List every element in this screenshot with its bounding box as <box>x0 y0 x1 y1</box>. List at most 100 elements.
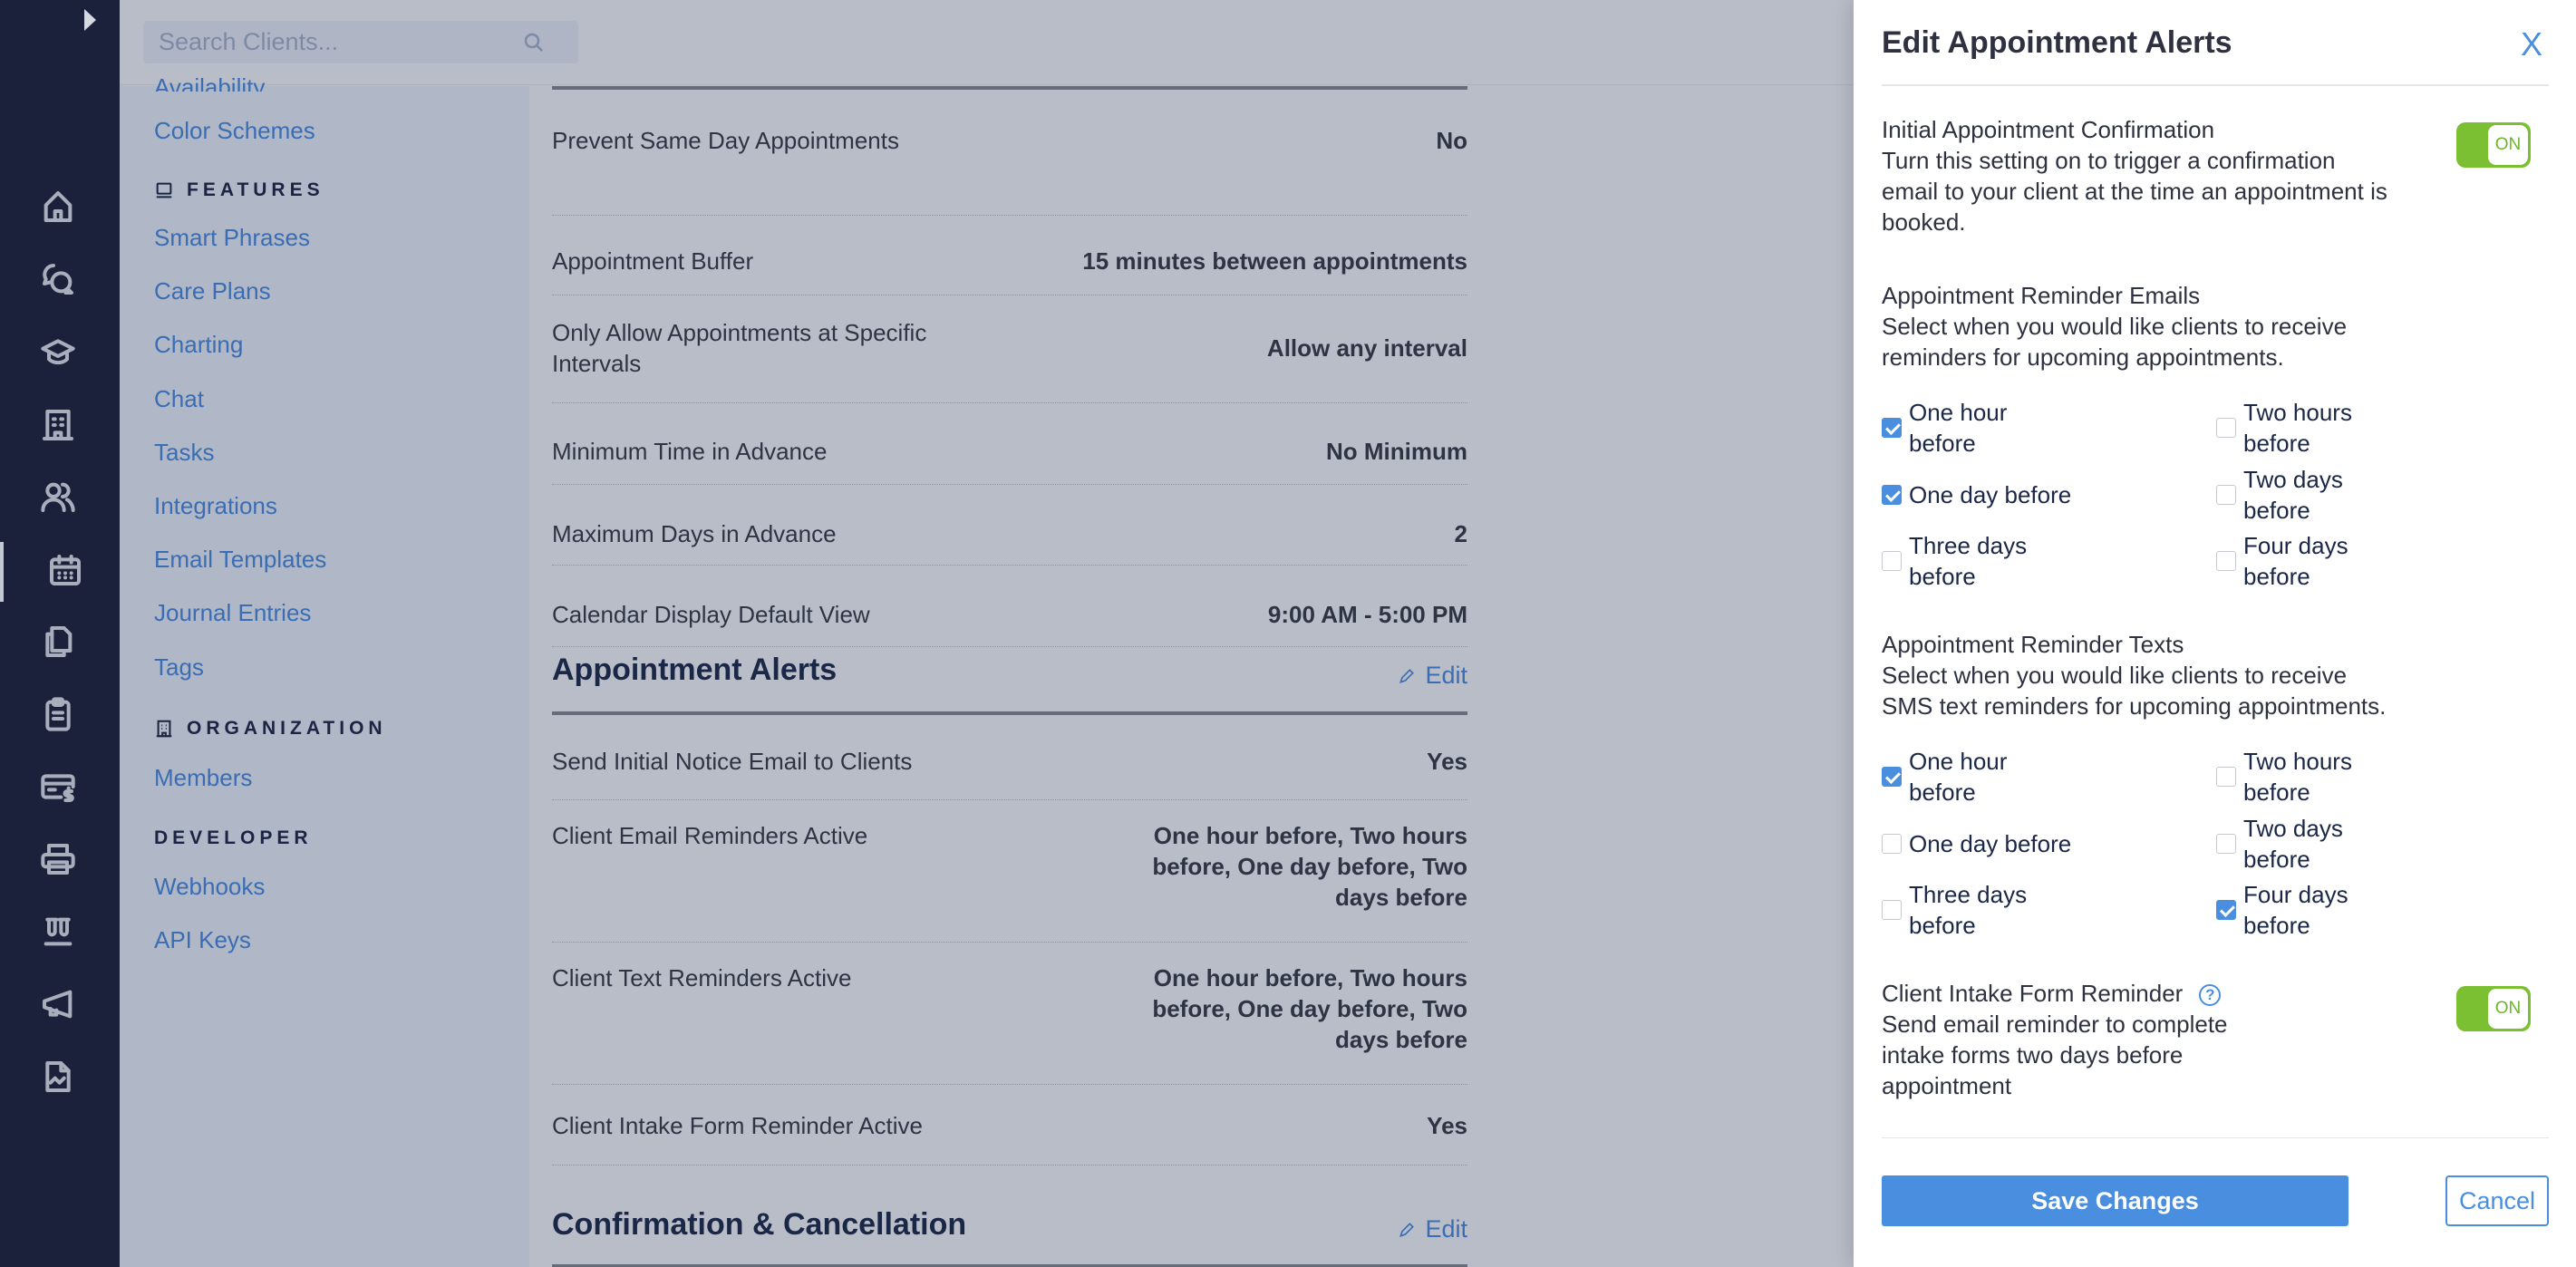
settings-row: Client Intake Form Reminder Active Yes <box>552 1085 1467 1165</box>
checkbox-unchecked[interactable] <box>1882 834 1902 854</box>
building-icon[interactable] <box>34 401 82 449</box>
checkbox-label: Four days before <box>2243 879 2348 941</box>
settings-row: Appointment Buffer 15 minutes between ap… <box>552 216 1467 295</box>
checkbox-label-line: One day before <box>1909 481 2072 508</box>
developer-heading: DEVELOPER <box>154 827 313 848</box>
text-option-one-day-before[interactable]: One day before <box>1882 828 2071 859</box>
initial-confirmation-toggle[interactable]: ON <box>2456 122 2531 168</box>
checkbox-unchecked[interactable] <box>2216 485 2236 505</box>
checkbox-label-line: One hour <box>1909 748 2008 775</box>
sidebar-item-api-keys[interactable]: API Keys <box>154 926 251 954</box>
checkbox-label: Two days before <box>2243 813 2343 875</box>
checkbox-unchecked[interactable] <box>2216 834 2236 854</box>
sidebar-item-smart-phrases[interactable]: Smart Phrases <box>154 224 310 252</box>
report-chart-icon[interactable] <box>34 1053 82 1100</box>
intake-reminder-desc: Send email reminder to complete <box>1882 1011 2228 1038</box>
active-indicator <box>0 542 4 602</box>
email-option-one-day-before[interactable]: One day before <box>1882 479 2071 510</box>
checkbox-label-line: before <box>1909 430 1976 457</box>
text-option-three-days-before[interactable]: Three days before <box>1882 879 2027 941</box>
email-option-one-hour-before[interactable]: One hour before <box>1882 397 2007 459</box>
email-option-three-days-before[interactable]: Three days before <box>1882 530 2027 592</box>
billing-card-icon[interactable] <box>34 763 82 810</box>
checkbox-checked[interactable] <box>1882 418 1902 438</box>
edit-appointment-alerts-drawer: Edit Appointment Alerts X Initial Appoin… <box>1854 0 2576 1267</box>
drawer-title: Edit Appointment Alerts <box>1882 25 2232 60</box>
intake-reminder-toggle[interactable]: ON <box>2456 986 2531 1031</box>
text-option-four-days-before[interactable]: Four days before <box>2216 879 2348 941</box>
sidebar-item-color-schemes[interactable]: Color Schemes <box>154 117 315 145</box>
divider <box>1882 1137 2549 1138</box>
checkbox-unchecked[interactable] <box>1882 900 1902 920</box>
text-option-two-days-before[interactable]: Two days before <box>2216 813 2343 875</box>
confirmation-cancellation-edit-button[interactable]: Edit <box>1398 1215 1467 1243</box>
search-clients-input[interactable] <box>143 21 578 63</box>
sidebar-item-integrations[interactable]: Integrations <box>154 492 277 520</box>
checkbox-unchecked[interactable] <box>2216 551 2236 571</box>
clipboard-icon[interactable] <box>34 691 82 738</box>
sidebar-item-webhooks[interactable]: Webhooks <box>154 873 265 901</box>
settings-row: Minimum Time in Advance No Minimum <box>552 403 1467 485</box>
documents-icon[interactable] <box>34 618 82 665</box>
settings-row: Only Allow Appointments at Specific Inte… <box>552 295 1467 403</box>
sidebar-item-email-templates[interactable]: Email Templates <box>154 546 326 574</box>
home-icon[interactable] <box>34 183 82 230</box>
checkbox-label-line: Two hours <box>2243 748 2352 775</box>
checkbox-label-line: before <box>2243 912 2310 939</box>
checkbox-label-line: Two days <box>2243 466 2343 493</box>
printer-icon[interactable] <box>34 836 82 883</box>
text-option-two-hours-before[interactable]: Two hours before <box>2216 746 2352 808</box>
sidebar-item-care-plans[interactable]: Care Plans <box>154 277 271 305</box>
chat-bubbles-icon[interactable] <box>34 256 82 303</box>
text-option-one-hour-before[interactable]: One hour before <box>1882 746 2007 808</box>
settings-row: Calendar Display Default View 9:00 AM - … <box>552 566 1467 647</box>
graduation-cap-icon[interactable] <box>34 328 82 375</box>
sidebar-item-availability[interactable]: Availability <box>154 73 265 92</box>
checkbox-label: One day before <box>1909 479 2071 510</box>
checkbox-checked[interactable] <box>1882 767 1902 787</box>
divider <box>1882 84 2549 86</box>
icon-rail <box>0 0 120 1267</box>
checkbox-label: Four days before <box>2243 530 2348 592</box>
save-changes-button[interactable]: Save Changes <box>1882 1175 2348 1226</box>
sidebar-item-journal-entries[interactable]: Journal Entries <box>154 599 311 627</box>
text-reminders-desc: Select when you would like clients to re… <box>1882 662 2348 689</box>
calendar-icon[interactable] <box>42 546 89 594</box>
pencil-icon <box>1399 1222 1415 1237</box>
section-divider <box>552 86 1467 90</box>
checkbox-label-line: before <box>1909 563 1976 590</box>
megaphone-icon[interactable] <box>34 981 82 1028</box>
laptop-icon <box>156 182 172 198</box>
email-option-four-days-before[interactable]: Four days before <box>2216 530 2348 592</box>
checkbox-label: One hour before <box>1909 397 2007 459</box>
sidebar-item-chat[interactable]: Chat <box>154 385 204 413</box>
settings-content: Prevent Same Day Appointments No Appoint… <box>529 86 1854 1267</box>
text-reminders-title: Appointment Reminder Texts <box>1882 631 2184 658</box>
sidebar-item-charting[interactable]: Charting <box>154 331 243 359</box>
checkbox-label: Three days before <box>1909 530 2027 592</box>
appointment-alerts-title: Appointment Alerts <box>552 653 838 687</box>
checkbox-unchecked[interactable] <box>2216 767 2236 787</box>
email-option-two-hours-before[interactable]: Two hours before <box>2216 397 2352 459</box>
checkbox-unchecked[interactable] <box>2216 418 2236 438</box>
appointment-alerts-edit-button[interactable]: Edit <box>1398 662 1467 690</box>
checkbox-label-line: Two days <box>2243 815 2343 842</box>
search-icon[interactable] <box>523 32 545 53</box>
checkbox-checked[interactable] <box>1882 485 1902 505</box>
settings-row: Send Initial Notice Email to Clients Yes <box>552 715 1467 800</box>
cancel-button[interactable]: Cancel <box>2445 1175 2549 1226</box>
checkbox-label-line: before <box>1909 779 1976 806</box>
sidebar-item-tasks[interactable]: Tasks <box>154 439 214 467</box>
confirmation-cancellation-title: Confirmation & Cancellation <box>552 1207 967 1242</box>
checkbox-label-line: before <box>2243 563 2310 590</box>
help-icon[interactable]: ? <box>2199 984 2222 1006</box>
close-icon[interactable]: X <box>2521 25 2542 63</box>
sidebar-item-members[interactable]: Members <box>154 764 252 792</box>
checkbox-checked[interactable] <box>2216 900 2236 920</box>
lab-tubes-icon[interactable] <box>34 908 82 955</box>
email-option-two-days-before[interactable]: Two days before <box>2216 464 2343 526</box>
users-icon[interactable] <box>34 473 82 520</box>
expand-chevron-icon[interactable] <box>84 9 96 31</box>
sidebar-item-tags[interactable]: Tags <box>154 653 204 682</box>
checkbox-unchecked[interactable] <box>1882 551 1902 571</box>
